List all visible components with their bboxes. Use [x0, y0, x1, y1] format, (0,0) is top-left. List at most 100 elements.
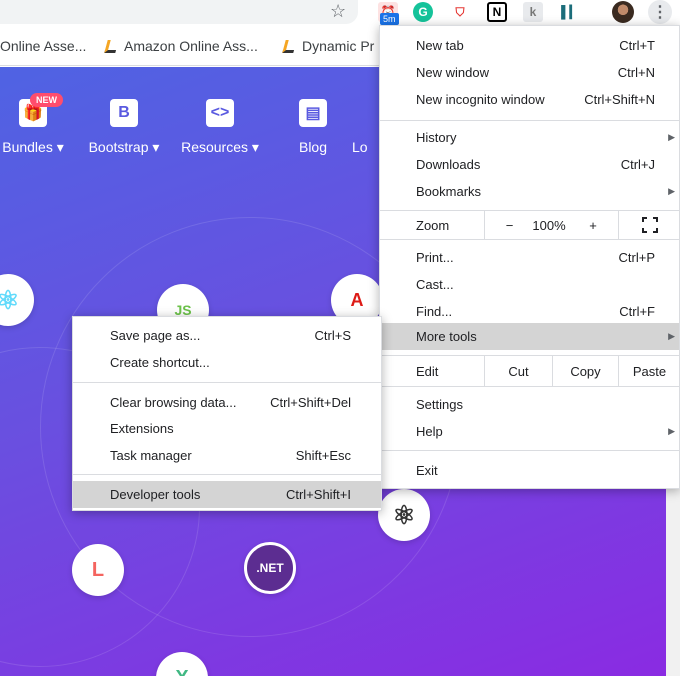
- menu-task-manager[interactable]: Task manager Shift+Esc: [73, 442, 381, 469]
- menu-print[interactable]: Print... Ctrl+P: [380, 244, 679, 271]
- menu-history[interactable]: History ▶: [380, 124, 679, 151]
- menu-shortcut: Ctrl+T: [619, 38, 655, 53]
- menu-label: Create shortcut...: [110, 355, 210, 370]
- nav-label: Bundles ▾: [2, 139, 64, 155]
- menu-shortcut: Ctrl+F: [619, 304, 655, 319]
- react-logo-icon: ⚛: [0, 274, 34, 326]
- menu-save-page[interactable]: Save page as... Ctrl+S: [73, 322, 381, 349]
- menu-new-window[interactable]: New window Ctrl+N: [380, 59, 679, 86]
- paste-button[interactable]: Paste: [618, 356, 680, 386]
- new-badge: NEW: [30, 93, 63, 107]
- menu-label: History: [416, 130, 457, 145]
- bookmark-label: Online Asse...: [0, 38, 87, 54]
- vue-logo-icon: X: [156, 652, 208, 676]
- chrome-main-menu: New tab Ctrl+T New window Ctrl+N New inc…: [379, 25, 680, 489]
- menu-separator: [380, 120, 679, 121]
- menu-shortcut: Ctrl+Shift+I: [285, 487, 351, 502]
- menu-label: Save page as...: [110, 328, 201, 343]
- bookmark-item[interactable]: Dynamic Pr: [282, 38, 374, 54]
- bookmark-label: Amazon Online Ass...: [124, 38, 258, 54]
- zoom-in-button[interactable]: +: [578, 211, 608, 239]
- react-logo-icon: ⚛: [378, 489, 430, 541]
- blog-icon: ▤: [299, 99, 327, 127]
- menu-find[interactable]: Find... Ctrl+F: [380, 298, 679, 325]
- menu-extensions[interactable]: Extensions: [73, 415, 381, 442]
- menu-label: Exit: [416, 463, 438, 478]
- cut-button[interactable]: Cut: [484, 356, 552, 386]
- menu-developer-tools[interactable]: Developer tools Ctrl+Shift+I: [73, 481, 381, 508]
- menu-label: New tab: [416, 38, 464, 53]
- menu-new-incognito[interactable]: New incognito window Ctrl+Shift+N: [380, 86, 679, 113]
- menu-help[interactable]: Help ▶: [380, 418, 679, 445]
- menu-label: Cast...: [416, 277, 454, 292]
- bookmark-star-icon[interactable]: ☆: [330, 1, 346, 21]
- menu-separator: [73, 474, 381, 475]
- nav-resources[interactable]: <> Resources ▾: [175, 99, 265, 156]
- menu-downloads[interactable]: Downloads Ctrl+J: [380, 151, 679, 178]
- copy-button[interactable]: Copy: [552, 356, 618, 386]
- menu-shortcut: Ctrl+S: [314, 328, 351, 343]
- bookmark-item[interactable]: Amazon Online Ass...: [104, 38, 258, 54]
- grammarly-extension-icon[interactable]: G: [413, 2, 433, 22]
- edit-label: Edit: [416, 363, 439, 379]
- menu-shortcut: Shift+Esc: [295, 448, 351, 463]
- nav-bootstrap[interactable]: B Bootstrap ▾: [79, 99, 169, 156]
- zoom-out-button[interactable]: −: [484, 211, 534, 239]
- nav-label: Resources ▾: [181, 139, 259, 155]
- menu-shortcut: Ctrl+J: [620, 157, 655, 172]
- menu-settings[interactable]: Settings: [380, 391, 679, 418]
- submenu-arrow-icon: ▶: [668, 132, 675, 142]
- chrome-menu-icon[interactable]: ⋮: [648, 0, 672, 24]
- fullscreen-button[interactable]: [618, 211, 680, 239]
- menu-shortcut: Ctrl+P: [618, 250, 655, 265]
- submenu-arrow-icon: ▶: [668, 331, 675, 341]
- zoom-level: 100%: [532, 217, 566, 233]
- menu-more-tools[interactable]: More tools ▶: [380, 323, 679, 350]
- menu-label: Print...: [416, 250, 454, 265]
- menu-edit-row: Edit Cut Copy Paste: [380, 355, 679, 387]
- menu-create-shortcut[interactable]: Create shortcut...: [73, 349, 381, 376]
- menu-label: Clear browsing data...: [110, 395, 237, 410]
- menu-label: Downloads: [416, 157, 481, 172]
- leetcode-icon: [282, 39, 296, 53]
- nav-label: Blog: [298, 139, 328, 155]
- menu-clear-browsing-data[interactable]: Clear browsing data... Ctrl+Shift+Del: [73, 389, 381, 416]
- menu-label: Developer tools: [110, 487, 201, 502]
- nav-blog[interactable]: ▤ Blog: [268, 99, 358, 155]
- menu-label: New window: [416, 65, 489, 80]
- shield-extension-icon[interactable]: ⛉: [450, 2, 470, 22]
- zoom-label: Zoom: [416, 217, 450, 233]
- leetcode-icon: [104, 39, 118, 53]
- address-bar[interactable]: [0, 0, 358, 24]
- menu-label: New incognito window: [416, 92, 545, 107]
- menu-shortcut: Ctrl+Shift+N: [584, 92, 655, 107]
- bookmark-label: Dynamic Pr: [302, 38, 375, 54]
- notion-extension-icon[interactable]: N: [487, 2, 507, 22]
- menu-label: Settings: [416, 397, 463, 412]
- browser-toolbar: ☆ ⏰ 5m G ⛉ N k ▌▎ ⋮: [0, 0, 680, 28]
- menu-shortcut: Ctrl+Shift+Del: [270, 395, 351, 410]
- menu-cast[interactable]: Cast...: [380, 271, 679, 298]
- bookmark-item[interactable]: Online Asse...: [0, 38, 86, 54]
- submenu-arrow-icon: ▶: [668, 426, 675, 436]
- menu-shortcut: Ctrl+N: [617, 65, 655, 80]
- menu-label: Task manager: [110, 448, 192, 463]
- menu-separator: [73, 382, 381, 383]
- nav-label: Bootstrap ▾: [88, 139, 160, 155]
- profile-avatar[interactable]: [612, 1, 634, 23]
- k-extension-icon[interactable]: k: [523, 2, 543, 22]
- menu-new-tab[interactable]: New tab Ctrl+T: [380, 32, 679, 59]
- menu-label: Extensions: [110, 421, 174, 436]
- menu-label: Help: [416, 424, 443, 439]
- dotnet-logo-icon: .NET: [244, 542, 296, 594]
- bars-extension-icon[interactable]: ▌▎: [560, 2, 580, 22]
- laravel-logo-icon: L: [72, 544, 124, 596]
- fullscreen-icon: [641, 217, 658, 233]
- submenu-arrow-icon: ▶: [668, 186, 675, 196]
- menu-label: Find...: [416, 304, 453, 319]
- nav-bundles[interactable]: 🎁 NEW Bundles ▾: [0, 93, 78, 156]
- menu-bookmarks[interactable]: Bookmarks ▶: [380, 178, 679, 205]
- menu-label: More tools: [416, 329, 477, 344]
- more-tools-submenu: Save page as... Ctrl+S Create shortcut..…: [72, 316, 382, 511]
- menu-exit[interactable]: Exit: [380, 457, 679, 484]
